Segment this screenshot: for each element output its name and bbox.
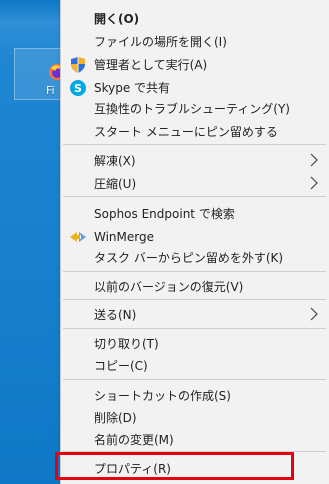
winmerge-icon	[70, 232, 86, 242]
menu-item-label: 開く(O)	[94, 12, 140, 26]
menu-item-label: コピー(C)	[94, 359, 148, 373]
menu-item-label: プロパティ(R)	[94, 462, 171, 476]
menu-separator	[63, 328, 326, 329]
shield-icon	[71, 57, 85, 73]
menu-item-cut[interactable]: 切り取り(T)	[61, 333, 329, 355]
menu-separator	[63, 271, 326, 272]
menu-item-label: WinMerge	[94, 230, 154, 244]
menu-item-label: ファイルの場所を開く(I)	[94, 35, 227, 49]
menu-item-label: 互換性のトラブルシューティング(Y)	[94, 102, 290, 116]
chevron-right-icon	[310, 153, 318, 167]
menu-item-label: Skype で共有	[94, 81, 171, 95]
menu-item-troubleshoot-compatibility[interactable]: 互換性のトラブルシューティング(Y)	[61, 98, 329, 120]
menu-item-label: ショートカットの作成(S)	[94, 389, 231, 403]
chevron-right-icon	[310, 176, 318, 190]
menu-item-pin-to-start[interactable]: スタート メニューにピン留めする	[61, 121, 329, 143]
menu-item-create-shortcut[interactable]: ショートカットの作成(S)	[61, 385, 329, 407]
menu-separator	[63, 144, 326, 145]
menu-item-label: 以前のバージョンの復元(V)	[94, 280, 244, 294]
menu-item-properties[interactable]: プロパティ(R)	[61, 458, 329, 480]
chevron-right-icon	[310, 307, 318, 321]
menu-item-label: 管理者として実行(A)	[94, 58, 208, 72]
desktop-icon-label: Fi	[46, 84, 55, 97]
menu-item-delete[interactable]: 削除(D)	[61, 407, 329, 429]
menu-item-restore-previous-versions[interactable]: 以前のバージョンの復元(V)	[61, 276, 329, 298]
menu-item-label: 名前の変更(M)	[94, 433, 174, 447]
menu-item-label: 送る(N)	[94, 308, 137, 322]
menu-item-label: スタート メニューにピン留めする	[94, 125, 278, 139]
menu-item-sophos-scan[interactable]: Sophos Endpoint で検索	[61, 203, 329, 225]
menu-item-label: 削除(D)	[94, 411, 137, 425]
menu-item-label: 解凍(X)	[94, 154, 136, 168]
menu-separator	[63, 299, 326, 300]
menu-item-copy[interactable]: コピー(C)	[61, 355, 329, 377]
menu-separator	[63, 196, 326, 197]
menu-separator	[63, 379, 326, 380]
menu-item-extract[interactable]: 解凍(X)	[61, 150, 329, 172]
menu-item-rename[interactable]: 名前の変更(M)	[61, 429, 329, 451]
svg-text:S: S	[74, 82, 82, 95]
menu-item-unpin-taskbar[interactable]: タスク バーからピン留めを外す(K)	[61, 247, 329, 269]
menu-item-label: Sophos Endpoint で検索	[94, 207, 235, 221]
menu-item-open[interactable]: 開く(O)	[61, 8, 329, 30]
menu-item-winmerge[interactable]: WinMerge	[61, 226, 329, 248]
menu-item-label: 圧縮(U)	[94, 177, 137, 191]
menu-item-send-to[interactable]: 送る(N)	[61, 304, 329, 326]
menu-separator	[63, 451, 326, 452]
menu-item-label: 切り取り(T)	[94, 337, 159, 351]
menu-item-open-file-location[interactable]: ファイルの場所を開く(I)	[61, 31, 329, 53]
skype-icon: S	[70, 80, 86, 96]
menu-item-run-as-admin[interactable]: 管理者として実行(A)	[61, 54, 329, 76]
menu-item-share-skype[interactable]: S Skype で共有	[61, 77, 329, 99]
menu-item-compress[interactable]: 圧縮(U)	[61, 173, 329, 195]
menu-item-label: タスク バーからピン留めを外す(K)	[94, 251, 284, 265]
context-menu: 開く(O) ファイルの場所を開く(I) 管理者として実行(A) S Skype …	[60, 0, 329, 484]
